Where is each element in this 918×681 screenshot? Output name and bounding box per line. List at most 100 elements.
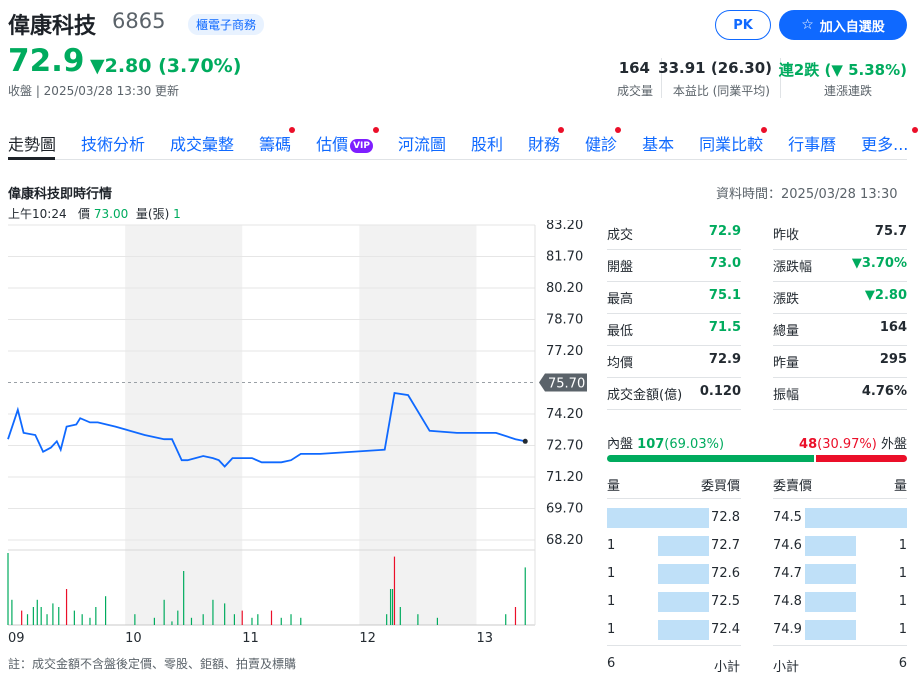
divider <box>607 498 741 499</box>
y-tick-label: 68.20 <box>546 533 583 548</box>
tab-chips[interactable]: 籌碼 <box>259 127 296 155</box>
y-tick-label: 71.20 <box>546 470 583 485</box>
quote-label: 振幅 <box>773 388 800 403</box>
bid-price: 72.4 <box>711 622 740 637</box>
ask-qty: 1 <box>898 594 907 609</box>
y-tick-label: 80.20 <box>546 281 583 296</box>
outer-ratio-fill <box>816 455 907 462</box>
quote-value: 0.120 <box>699 384 741 399</box>
ask-subtotal-label: 小計 <box>773 660 800 675</box>
row-divider <box>773 345 907 346</box>
row-divider <box>607 281 741 282</box>
row-divider <box>773 377 907 378</box>
y-tick-label: 81.70 <box>546 250 583 265</box>
ask-price: 74.5 <box>773 510 802 525</box>
pe-label: 本益比 (同業平均) <box>672 84 770 98</box>
sector-tag[interactable]: 櫃電子商務 <box>188 14 265 35</box>
bid-price: 72.8 <box>711 510 740 525</box>
tab-trend[interactable]: 走勢圖 <box>8 131 56 155</box>
bid-subtotal-label: 小計 <box>713 660 740 675</box>
outer-value: 48 <box>799 437 818 452</box>
quote-label: 最高 <box>607 292 634 307</box>
tab-bar: 走勢圖 技術分析 成交彙整 籌碼 估價 VIP 河流圖 股利 財務 健診 基本 同… <box>8 127 918 155</box>
quote-label: 開盤 <box>607 260 634 275</box>
tab-more[interactable]: 更多... <box>861 127 918 155</box>
crosshair-vol-label: 量(張) <box>135 207 170 221</box>
add-watchlist-label: 加入自選股 <box>819 19 885 35</box>
pk-label: PK <box>733 17 753 33</box>
ask-price: 74.6 <box>773 538 802 553</box>
quote-value: 72.9 <box>708 352 741 367</box>
inner-value: 107 <box>637 437 665 452</box>
add-watchlist-button[interactable]: ☆ 加入自選股 <box>779 10 907 40</box>
y-tick-label: 78.70 <box>546 313 583 328</box>
tab-dividend[interactable]: 股利 <box>471 131 503 155</box>
active-tab-indicator <box>8 157 55 160</box>
crosshair-price-label: 價 <box>78 207 91 221</box>
tab-peers-label: 同業比較 <box>699 135 764 154</box>
inner-label: 內盤 <box>607 437 634 452</box>
tab-trades[interactable]: 成交彙整 <box>170 131 234 155</box>
bid-depth-bar <box>658 564 709 584</box>
bid-price: 72.5 <box>711 594 740 609</box>
tab-financial[interactable]: 財務 <box>528 127 565 155</box>
tab-technical[interactable]: 技術分析 <box>81 131 145 155</box>
row-divider <box>607 345 741 346</box>
volume-label: 成交量 <box>616 84 653 98</box>
quote-value: 4.76% <box>861 384 907 399</box>
row-divider <box>773 281 907 282</box>
quote-value: ▼3.70% <box>851 256 907 271</box>
tab-financial-label: 財務 <box>528 135 561 154</box>
quote-value: 72.9 <box>708 224 741 239</box>
inner-trade: 內盤 107(69.03%) <box>607 433 724 452</box>
divider <box>607 645 741 646</box>
tab-valuation-label: 估價 <box>316 135 349 154</box>
divider <box>773 498 907 499</box>
tab-valuation[interactable]: 估價 VIP <box>316 127 379 155</box>
pk-button[interactable]: PK <box>715 10 771 40</box>
row-divider <box>607 409 741 410</box>
volume-value: 164 <box>618 59 650 77</box>
crosshair-vol: 1 <box>173 207 181 221</box>
ask-price: 74.9 <box>773 622 802 637</box>
ask-depth-bar <box>805 508 907 528</box>
bid-price-header: 委買價 <box>700 479 740 494</box>
quote-label: 最低 <box>607 324 634 339</box>
last-price-dot <box>522 438 528 444</box>
y-tick-label: 69.70 <box>546 502 583 517</box>
tab-peers[interactable]: 同業比較 <box>699 127 768 155</box>
quote-value: 71.5 <box>708 320 741 335</box>
star-icon: ☆ <box>801 17 814 33</box>
update-status: 收盤 | 2025/03/28 13:30 更新 <box>8 84 180 98</box>
row-divider <box>607 377 741 378</box>
quote-label: 總量 <box>773 324 800 339</box>
divider <box>773 645 907 646</box>
quote-label: 漲跌 <box>773 292 800 307</box>
footnote: 註：成交金額不含盤後定價、零股、鉅額、拍賣及標購 <box>8 657 297 671</box>
tab-calendar[interactable]: 行事曆 <box>788 131 836 155</box>
bid-qty: 1 <box>607 538 616 553</box>
quote-value: 75.1 <box>708 288 741 303</box>
ask-price: 74.8 <box>773 594 802 609</box>
outer-pct: (30.97%) <box>817 437 877 452</box>
notification-dot <box>761 127 768 133</box>
streak-pct: 5.38%) <box>848 61 907 79</box>
inner-pct: (69.03%) <box>664 437 725 452</box>
tab-health[interactable]: 健診 <box>585 127 622 155</box>
notification-dot <box>289 127 296 133</box>
quote-label: 成交 <box>607 228 634 243</box>
quote-label: 成交金額(億) <box>607 388 683 403</box>
tab-basic[interactable]: 基本 <box>642 131 674 155</box>
bid-total: 6 <box>607 656 616 671</box>
ask-qty: 1 <box>898 538 907 553</box>
intraday-chart[interactable]: 83.20 81.70 80.20 78.70 77.20 74.20 72.70 71.20… <box>0 220 600 652</box>
row-divider <box>773 249 907 250</box>
data-time: 資料時間：2025/03/28 13:30 <box>716 187 898 202</box>
tab-divider <box>8 159 907 160</box>
quote-value: 164 <box>879 320 907 335</box>
ask-depth-bar <box>805 536 856 556</box>
ask-qty: 1 <box>898 566 907 581</box>
tab-river[interactable]: 河流圖 <box>398 131 446 155</box>
hour-band <box>359 225 477 625</box>
stock-name: 偉康科技 <box>8 14 97 39</box>
